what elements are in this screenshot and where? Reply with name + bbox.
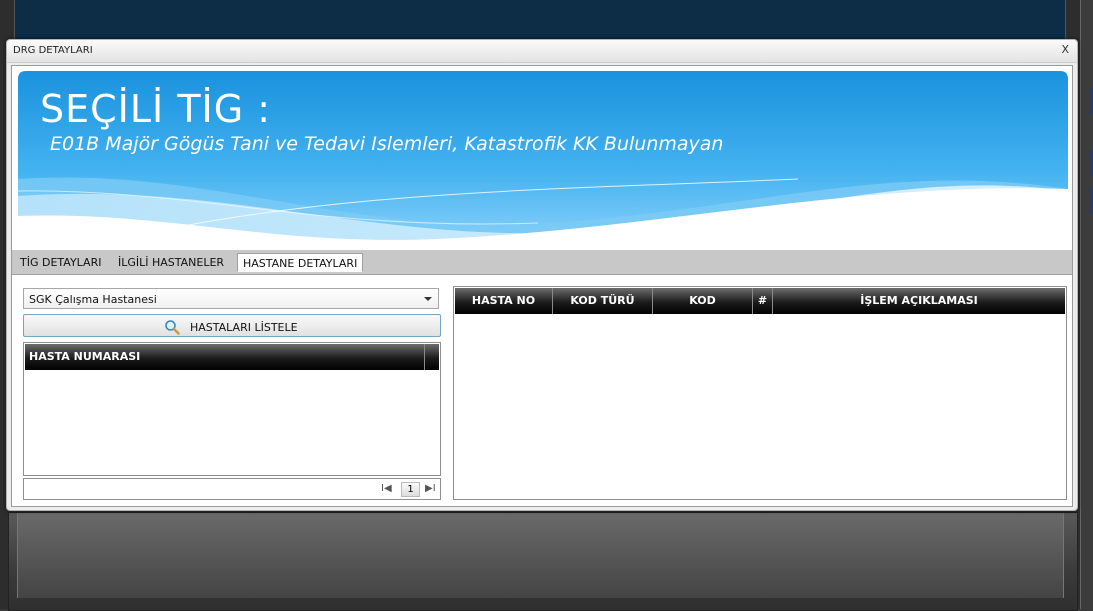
search-icon <box>165 320 180 335</box>
column-header-procedure-description[interactable]: İŞLEM AÇIKLAMASI <box>773 288 1065 314</box>
column-header-patient-number[interactable]: HASTA NUMARASI <box>25 344 425 370</box>
side-strip-item <box>1089 150 1093 176</box>
tab-strip: TİG DETAYLARI İLGİLİ HASTANELER HASTANE … <box>12 250 1072 275</box>
patient-number-grid: HASTA NUMARASI <box>23 342 441 476</box>
background-panel-inner <box>17 513 1064 598</box>
header-banner: SEÇİLİ TİG : E01B Majör Gögüs Tani ve Te… <box>18 71 1068 251</box>
drg-details-dialog: DRG DETAYLARI X SEÇİLİ TİG: E01B Majör … <box>6 39 1078 511</box>
list-patients-label: HASTALARI LİSTELE <box>190 321 298 334</box>
grid-header: HASTA NO KOD TÜRÜ KOD # İŞLEM AÇIKLAMASI <box>455 288 1065 314</box>
grid-header: HASTA NUMARASI <box>25 344 439 370</box>
close-button[interactable]: X <box>1061 43 1069 56</box>
column-header-code-type[interactable]: KOD TÜRÜ <box>553 288 653 314</box>
hospital-select-value: SGK Çalışma Hastanesi <box>29 293 157 306</box>
column-header-patient-no[interactable]: HASTA NO <box>455 288 553 314</box>
column-header-code[interactable]: KOD <box>653 288 753 314</box>
side-strip-item <box>1089 188 1093 214</box>
side-strip-item <box>1089 88 1093 114</box>
dialog-title: DRG DETAYLARI <box>13 45 93 56</box>
column-header-number-sign[interactable]: # <box>753 288 773 314</box>
current-page-button[interactable]: 1 <box>401 482 420 497</box>
tab-related-hospitals[interactable]: İLGİLİ HASTANELER <box>114 255 228 270</box>
column-header-filler <box>425 344 439 370</box>
dialog-titlebar[interactable]: DRG DETAYLARI X <box>7 40 1077 63</box>
tab-tig-details[interactable]: TİG DETAYLARI <box>16 255 105 270</box>
chevron-down-icon <box>424 297 432 301</box>
tab-hospital-details[interactable]: HASTANE DETAYLARI <box>237 253 364 272</box>
procedure-grid: HASTA NO KOD TÜRÜ KOD # İŞLEM AÇIKLAMASI <box>453 286 1067 500</box>
selected-tig-description: E01B Majör Gögüs Tani ve Tedavi Islemler… <box>50 133 724 155</box>
list-patients-button[interactable]: HASTALARI LİSTELE <box>23 314 441 337</box>
first-page-button[interactable]: I◀ <box>381 483 392 494</box>
background-panel-bottom <box>8 512 1078 611</box>
selected-tig-title: SEÇİLİ TİG : <box>40 87 272 131</box>
pager: I◀ 1 ▶I <box>23 478 441 500</box>
last-page-button[interactable]: ▶I <box>425 483 436 494</box>
background-side-strip <box>1080 0 1093 609</box>
hospital-select[interactable]: SGK Çalışma Hastanesi <box>23 288 439 309</box>
dialog-content: SEÇİLİ TİG : E01B Majör Gögüs Tani ve Te… <box>11 65 1073 507</box>
